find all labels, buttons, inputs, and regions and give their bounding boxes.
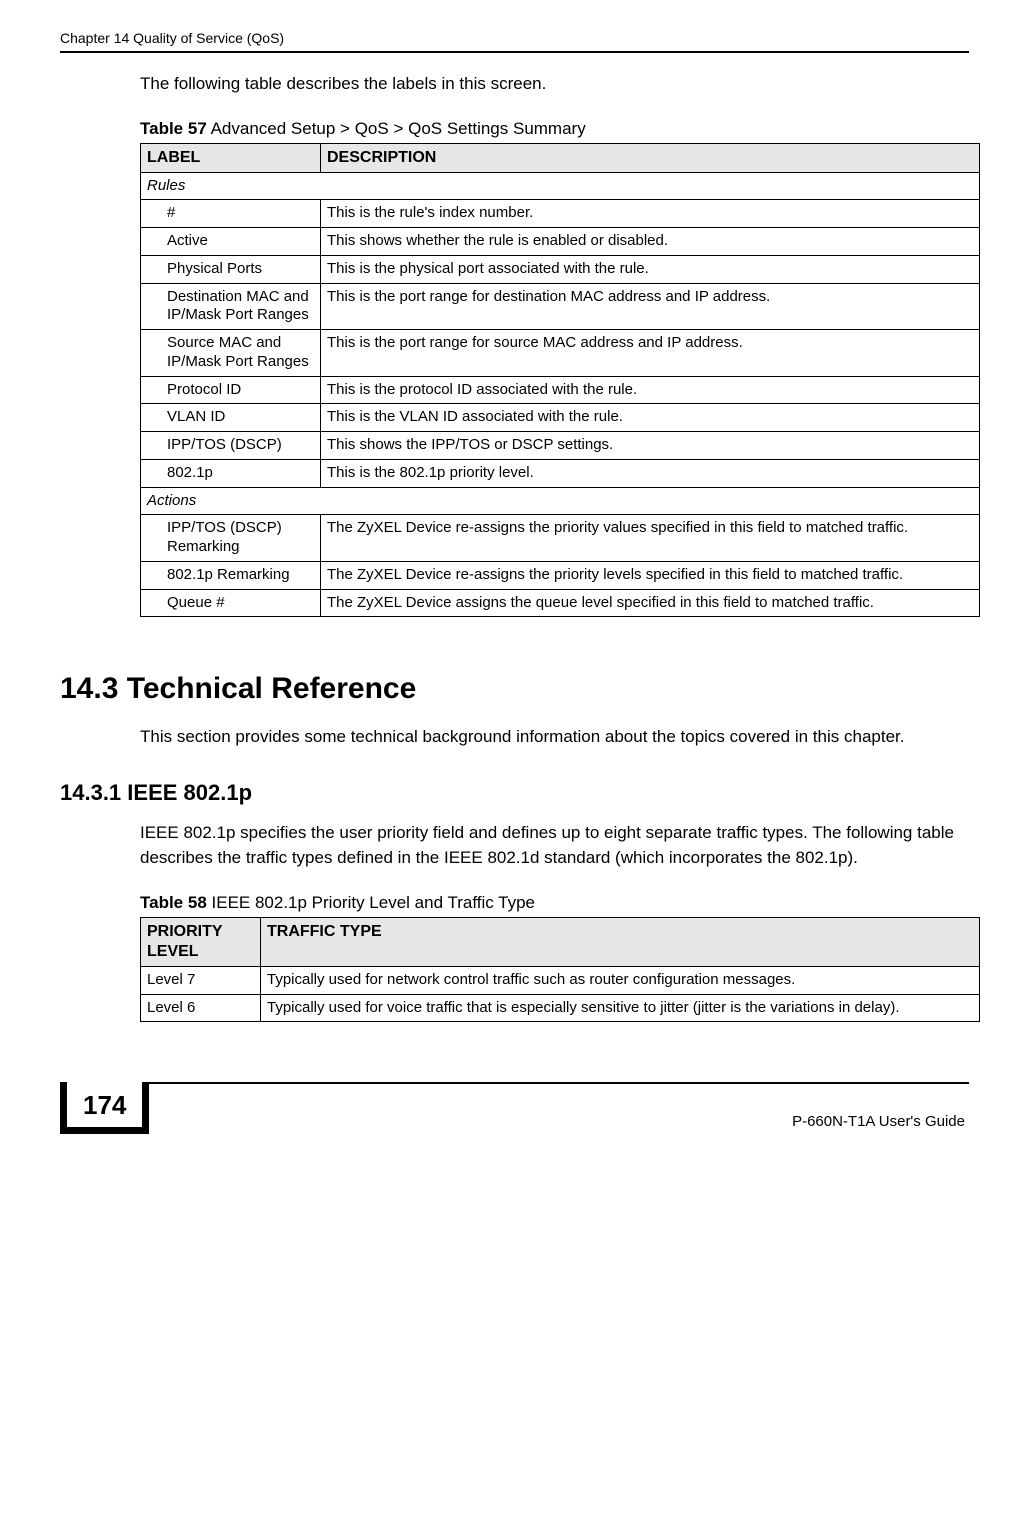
table-cell-desc: This is the port range for source MAC ad… — [321, 330, 980, 377]
table-cell-desc: This shows whether the rule is enabled o… — [321, 228, 980, 256]
table-cell-desc: This is the rule's index number. — [321, 200, 980, 228]
page-container: Chapter 14 Quality of Service (QoS) The … — [0, 0, 1029, 1164]
table-cell-label: # — [141, 200, 321, 228]
section-14-3-1-text: IEEE 802.1p specifies the user priority … — [140, 820, 959, 871]
table58-caption: Table 58 IEEE 802.1p Priority Level and … — [140, 893, 969, 913]
table-row: VLAN IDThis is the VLAN ID associated wi… — [141, 404, 980, 432]
table-row: 802.1pThis is the 802.1p priority level. — [141, 459, 980, 487]
table-row: IPP/TOS (DSCP) RemarkingThe ZyXEL Device… — [141, 515, 980, 562]
table57-head-desc: DESCRIPTION — [321, 143, 980, 172]
intro-paragraph: The following table describes the labels… — [140, 71, 959, 97]
table-cell-desc: This is the physical port associated wit… — [321, 255, 980, 283]
table57-caption-rest: Advanced Setup > QoS > QoS Settings Summ… — [207, 119, 586, 138]
table-cell-level: Level 6 — [141, 994, 261, 1022]
table-cell-desc: This is the port range for destination M… — [321, 283, 980, 330]
table57-header-row: LABEL DESCRIPTION — [141, 143, 980, 172]
table-cell-label: 802.1p — [141, 459, 321, 487]
table-cell-label: Physical Ports — [141, 255, 321, 283]
section-14-3-1-heading: 14.3.1 IEEE 802.1p — [60, 780, 969, 806]
table57-head-label: LABEL — [141, 143, 321, 172]
table58-head-type: TRAFFIC TYPE — [261, 917, 980, 966]
table-row: 802.1p RemarkingThe ZyXEL Device re-assi… — [141, 561, 980, 589]
table-row: IPP/TOS (DSCP)This shows the IPP/TOS or … — [141, 432, 980, 460]
table-cell-label: Queue # — [141, 589, 321, 617]
table57-caption-bold: Table 57 — [140, 119, 207, 138]
table-row: #This is the rule's index number. — [141, 200, 980, 228]
table-cell-type: Typically used for network control traff… — [261, 966, 980, 994]
page-number: 174 — [60, 1082, 149, 1134]
table-cell-label: Destination MAC and IP/Mask Port Ranges — [141, 283, 321, 330]
table-row: Protocol IDThis is the protocol ID assoc… — [141, 376, 980, 404]
table-cell-label: IPP/TOS (DSCP) — [141, 432, 321, 460]
table-row: Physical PortsThis is the physical port … — [141, 255, 980, 283]
table-cell-desc: The ZyXEL Device re-assigns the priority… — [321, 515, 980, 562]
table-cell-label: IPP/TOS (DSCP) Remarking — [141, 515, 321, 562]
table-cell-level: Level 7 — [141, 966, 261, 994]
table-cell-label: Active — [141, 228, 321, 256]
footer-guide-name: P-660N-T1A User's Guide — [788, 1103, 969, 1134]
chapter-title: Chapter 14 Quality of Service (QoS) — [60, 30, 284, 46]
table57-rules-section: Rules — [141, 172, 980, 200]
table-cell-label: 802.1p Remarking — [141, 561, 321, 589]
table58-head-level: PRIORITY LEVEL — [141, 917, 261, 966]
table-cell-label: VLAN ID — [141, 404, 321, 432]
table58-header-row: PRIORITY LEVEL TRAFFIC TYPE — [141, 917, 980, 966]
section-14-3-heading: 14.3 Technical Reference — [60, 672, 969, 706]
table58-caption-bold: Table 58 — [140, 893, 207, 912]
section-14-3-text: This section provides some technical bac… — [140, 724, 959, 750]
table58: PRIORITY LEVEL TRAFFIC TYPE Level 7Typic… — [140, 917, 980, 1023]
table58-caption-rest: IEEE 802.1p Priority Level and Traffic T… — [207, 893, 535, 912]
table-cell-label: Source MAC and IP/Mask Port Ranges — [141, 330, 321, 377]
page-footer: 174 P-660N-T1A User's Guide — [60, 1082, 969, 1134]
table-row: Level 6Typically used for voice traffic … — [141, 994, 980, 1022]
table57-caption: Table 57 Advanced Setup > QoS > QoS Sett… — [140, 119, 969, 139]
table-row: ActiveThis shows whether the rule is ena… — [141, 228, 980, 256]
table-cell-desc: This is the 802.1p priority level. — [321, 459, 980, 487]
table-cell-type: Typically used for voice traffic that is… — [261, 994, 980, 1022]
table-cell-desc: This shows the IPP/TOS or DSCP settings. — [321, 432, 980, 460]
table-cell-desc: The ZyXEL Device assigns the queue level… — [321, 589, 980, 617]
table-row: Level 7Typically used for network contro… — [141, 966, 980, 994]
table57: LABEL DESCRIPTION Rules #This is the rul… — [140, 143, 980, 618]
table-cell-desc: The ZyXEL Device re-assigns the priority… — [321, 561, 980, 589]
table57-actions-header: Actions — [141, 487, 980, 515]
page-header: Chapter 14 Quality of Service (QoS) — [60, 30, 969, 53]
table-cell-desc: This is the VLAN ID associated with the … — [321, 404, 980, 432]
table-row: Queue #The ZyXEL Device assigns the queu… — [141, 589, 980, 617]
table-cell-desc: This is the protocol ID associated with … — [321, 376, 980, 404]
table57-rules-header: Rules — [141, 172, 980, 200]
table-row: Source MAC and IP/Mask Port RangesThis i… — [141, 330, 980, 377]
table-row: Destination MAC and IP/Mask Port RangesT… — [141, 283, 980, 330]
table57-actions-section: Actions — [141, 487, 980, 515]
table-cell-label: Protocol ID — [141, 376, 321, 404]
